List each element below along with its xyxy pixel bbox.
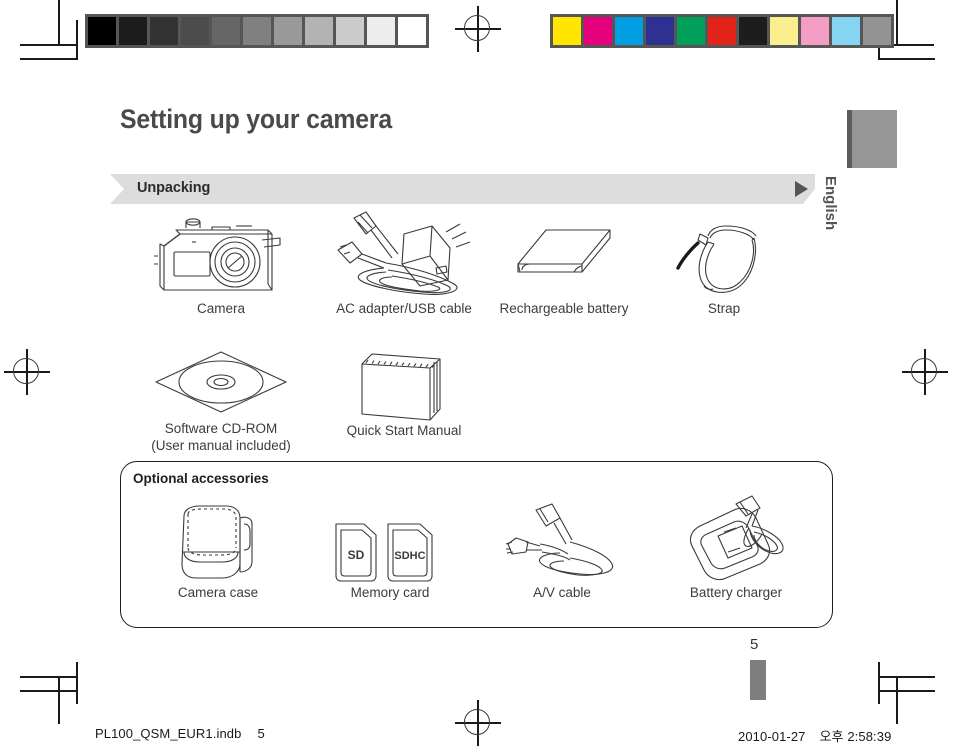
grayscale-calibration-bar bbox=[85, 14, 429, 48]
color-swatch bbox=[646, 17, 674, 45]
grayscale-swatch bbox=[243, 17, 271, 45]
footer-date: 2010-01-27 bbox=[738, 729, 806, 744]
crop-mark-top-left-h bbox=[20, 44, 76, 46]
item-caption: Memory card bbox=[350, 585, 430, 600]
item-strap: Strap bbox=[664, 208, 784, 317]
crop-mark-bottom-right-inner-v bbox=[878, 662, 880, 704]
item-av-cable: A/V cable bbox=[500, 500, 624, 601]
crop-mark-top-left-inner-h bbox=[20, 58, 77, 60]
color-swatch bbox=[677, 17, 705, 45]
crop-mark-bottom-right-h bbox=[878, 676, 935, 678]
footer-file-info: PL100_QSM_EUR1.indb 5 bbox=[95, 726, 265, 741]
item-battery-charger: Battery charger bbox=[672, 492, 800, 601]
color-swatch bbox=[770, 17, 798, 45]
page-tab-bleed-marker bbox=[750, 660, 766, 700]
camera-icon bbox=[146, 212, 296, 300]
camera-case-icon bbox=[156, 500, 280, 584]
section-title: Unpacking bbox=[137, 180, 211, 196]
item-camera-case: Camera case bbox=[156, 500, 280, 601]
crop-mark-bottom-right-v bbox=[896, 676, 898, 724]
footer-timestamp: 2010-01-27 오후 2:58:39 bbox=[738, 726, 891, 745]
ac-adapter-usb-cable-icon bbox=[328, 206, 480, 300]
color-swatch bbox=[739, 17, 767, 45]
registration-mark-left bbox=[4, 349, 50, 395]
footer-file-page: 5 bbox=[257, 726, 265, 741]
crop-mark-top-left-inner-v bbox=[76, 20, 78, 60]
item-caption: A/V cable bbox=[533, 585, 591, 600]
page-title: Setting up your camera bbox=[120, 104, 393, 134]
crop-mark-bottom-right-inner-h bbox=[878, 690, 935, 692]
manual-booklet-icon bbox=[334, 342, 474, 422]
item-caption: Camera bbox=[196, 301, 245, 316]
item-quick-start-manual: Quick Start Manual bbox=[334, 342, 474, 439]
language-tab-label: English bbox=[822, 176, 839, 231]
crop-mark-bottom-left-inner-h bbox=[20, 690, 77, 692]
battery-icon bbox=[498, 216, 630, 300]
crop-mark-top-left-v bbox=[58, 0, 60, 46]
grayscale-swatch bbox=[88, 17, 116, 45]
item-caption: Camera case bbox=[177, 585, 259, 600]
sdhc-card-label: SDHC bbox=[394, 550, 425, 562]
crop-mark-bottom-left-v bbox=[58, 676, 60, 724]
grayscale-swatch bbox=[274, 17, 302, 45]
item-caption: AC adapter/USB cable bbox=[336, 301, 472, 316]
color-calibration-bar bbox=[550, 14, 894, 48]
item-ac-adapter: AC adapter/USB cable bbox=[328, 206, 480, 317]
grayscale-swatch bbox=[150, 17, 178, 45]
item-caption: Strap bbox=[707, 301, 741, 316]
grayscale-swatch bbox=[336, 17, 364, 45]
cd-rom-icon bbox=[146, 346, 296, 420]
battery-charger-icon bbox=[672, 492, 800, 584]
grayscale-swatch bbox=[119, 17, 147, 45]
registration-mark-bottom bbox=[455, 700, 501, 746]
grayscale-swatch bbox=[212, 17, 240, 45]
color-swatch bbox=[584, 17, 612, 45]
item-camera: Camera bbox=[146, 212, 296, 317]
section-banner: Unpacking bbox=[110, 174, 815, 204]
color-swatch bbox=[615, 17, 643, 45]
item-cd-rom: Software CD-ROM (User manual included) bbox=[146, 346, 296, 454]
item-caption: Rechargeable battery bbox=[499, 301, 629, 316]
grayscale-swatch bbox=[398, 17, 426, 45]
item-battery: Rechargeable battery bbox=[498, 216, 630, 317]
sd-card-label: SD bbox=[348, 548, 365, 562]
color-swatch bbox=[553, 17, 581, 45]
grayscale-swatch bbox=[367, 17, 395, 45]
grayscale-swatch bbox=[305, 17, 333, 45]
item-caption: Software CD-ROM bbox=[164, 421, 278, 436]
crop-mark-bottom-left-h bbox=[20, 676, 77, 678]
crop-mark-bottom-left-inner-v bbox=[76, 662, 78, 704]
registration-mark-top bbox=[455, 6, 501, 52]
memory-card-icon: SD SDHC bbox=[330, 516, 450, 584]
color-swatch bbox=[801, 17, 829, 45]
strap-icon bbox=[664, 208, 784, 300]
item-caption: Quick Start Manual bbox=[346, 423, 462, 438]
footer-time: 오후 2:58:39 bbox=[819, 729, 892, 744]
av-cable-icon bbox=[500, 500, 624, 584]
manual-page: Setting up your camera Unpacking English bbox=[0, 0, 954, 753]
crop-mark-top-right-inner-h bbox=[878, 58, 935, 60]
language-tab-block bbox=[847, 110, 897, 168]
crop-mark-top-right-v bbox=[896, 0, 898, 46]
color-swatch bbox=[708, 17, 736, 45]
item-caption-line2: (User manual included) bbox=[151, 438, 291, 453]
page-number: 5 bbox=[750, 636, 759, 653]
registration-mark-right bbox=[902, 349, 948, 395]
color-swatch bbox=[863, 17, 891, 45]
banner-arrow-icon bbox=[795, 181, 808, 197]
item-caption: Battery charger bbox=[689, 585, 783, 600]
color-swatch bbox=[832, 17, 860, 45]
optional-accessories-title: Optional accessories bbox=[133, 471, 269, 486]
grayscale-swatch bbox=[181, 17, 209, 45]
item-memory-card: SD SDHC Memory card bbox=[330, 516, 450, 601]
footer-file-name: PL100_QSM_EUR1.indb bbox=[95, 726, 242, 741]
